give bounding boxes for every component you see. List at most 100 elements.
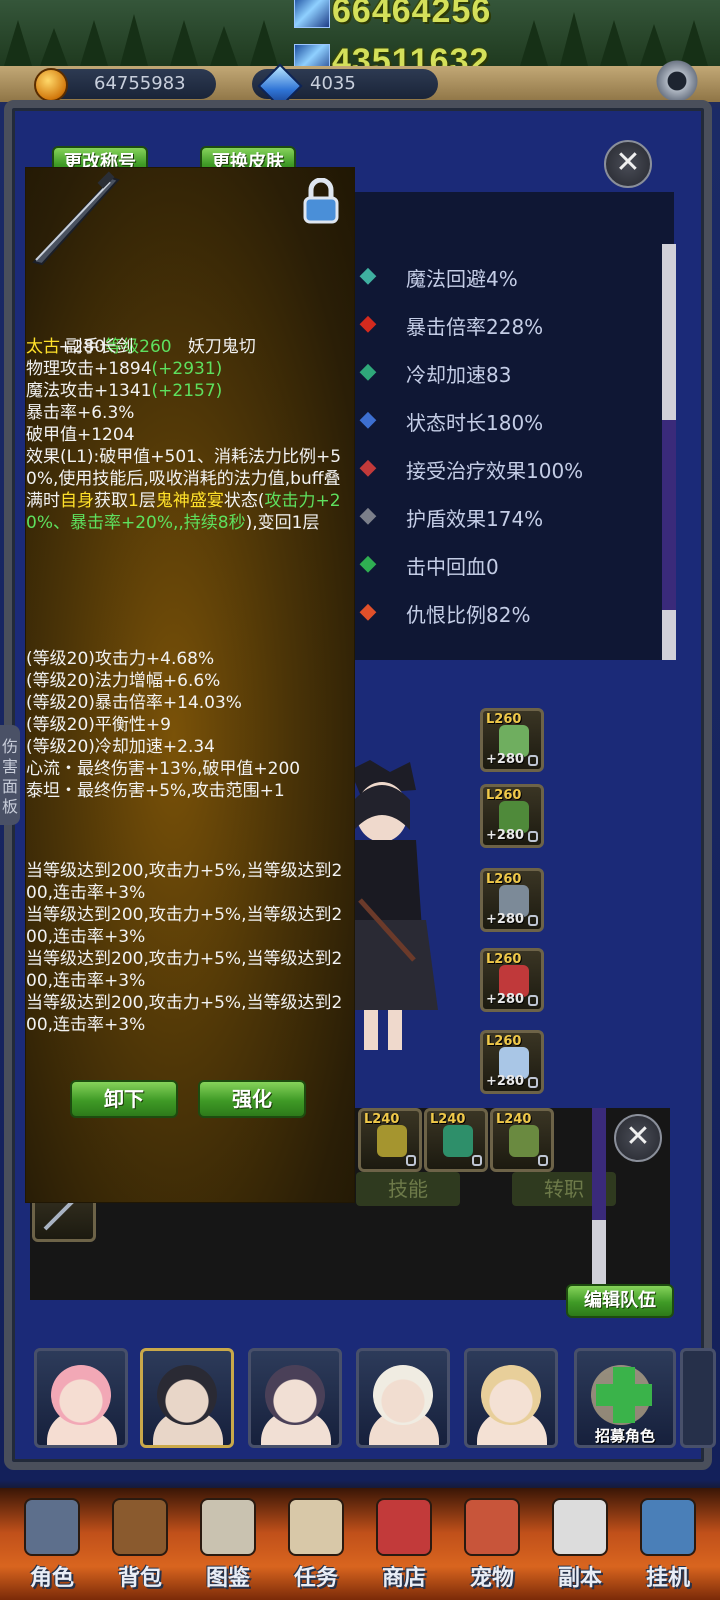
equip-slot[interactable]: L260 +280 <box>480 784 544 848</box>
nav-label: 副本 <box>557 1566 602 1591</box>
wind-dodge-icon: ◆ <box>359 263 377 288</box>
slot-enhance: +280 <box>486 992 525 1007</box>
power-icon <box>294 0 330 28</box>
lower-scroll-thumb[interactable] <box>592 1108 606 1220</box>
skills-button[interactable]: 技能 <box>356 1172 460 1206</box>
slot-level: L240 <box>364 1112 400 1127</box>
recruit-label: 招募角色 <box>594 1427 655 1445</box>
lock-icon <box>528 831 538 842</box>
slot-enhance: +280 <box>486 912 525 927</box>
nav-skull[interactable]: 副本 <box>538 1490 622 1598</box>
close-icon: ✕ <box>615 145 641 180</box>
lifesteal-drop-icon: ◆ <box>359 551 377 576</box>
stat-row: ◆ 魔法回避4% <box>344 252 664 300</box>
stats-scroll-thumb[interactable] <box>662 420 676 610</box>
recruit-character-button[interactable]: 招募角色 <box>574 1348 676 1448</box>
set-bonus: 泰坦・最终伤害+5%,攻击范围+1 <box>26 781 285 801</box>
close-panel-button[interactable]: ✕ <box>604 140 652 188</box>
settings-gear-icon[interactable] <box>654 58 700 104</box>
lock-icon[interactable] <box>302 177 340 224</box>
slot-enhance: +280 <box>486 828 525 843</box>
sub-stat: (等级20)法力增幅+6.6% <box>26 671 221 691</box>
portrait-face <box>51 1365 111 1425</box>
level-bonus: 当等级达到200,攻击力+5%,当等级达到200,连击率+3% <box>26 861 343 903</box>
skull-icon <box>552 1498 608 1556</box>
equip-slot[interactable]: L260 +280 <box>480 708 544 772</box>
equip-slot[interactable]: L260 +280 <box>480 1030 544 1094</box>
crit-rate: 暴击率+6.3% <box>26 403 135 423</box>
unequip-button[interactable]: 卸下 <box>70 1080 178 1118</box>
slot-level: L260 <box>486 788 522 803</box>
equip-slot[interactable]: L240 <box>358 1108 422 1172</box>
stat-label: 击中回血0 <box>406 555 499 579</box>
game-screen: 66464256 43511632 64755983 4035 更改称号 更换皮… <box>0 0 720 1600</box>
sub-stat: (等级20)平衡性+9 <box>26 715 171 735</box>
gear-art-icon <box>377 1125 407 1157</box>
gear-art-icon <box>443 1125 473 1157</box>
nav-label: 商店 <box>381 1566 426 1591</box>
nav-helmet[interactable]: 角色 <box>10 1490 94 1598</box>
damage-panel-tab[interactable]: 伤害面板 <box>0 725 20 825</box>
nav-label: 宠物 <box>469 1566 514 1591</box>
portrait-face <box>157 1365 217 1425</box>
equip-slot[interactable]: L260 +280 <box>480 948 544 1012</box>
shop-icon <box>376 1498 432 1556</box>
equip-slot[interactable]: L240 <box>490 1108 554 1172</box>
nav-shop[interactable]: 商店 <box>362 1490 446 1598</box>
nav-label: 背包 <box>117 1566 162 1591</box>
stat-row: ◆ 护盾效果174% <box>344 492 664 540</box>
set-bonus: 心流・最终伤害+13%,破甲值+200 <box>26 759 301 779</box>
sub-stat: (等级20)冷却加速+2.34 <box>26 737 215 757</box>
item-tooltip: +280等级260 妖刀鬼切 太古 副手长剑 物理攻击+1894(+2931) … <box>26 168 354 1202</box>
stat-label: 魔法回避4% <box>406 267 518 291</box>
stat-label: 冷却加速83 <box>406 363 512 387</box>
phys-attack-bonus: (+2931) <box>151 359 223 379</box>
nav-meat[interactable]: 宠物 <box>450 1490 534 1598</box>
status-duration-icon: ◆ <box>359 407 377 432</box>
equip-slot[interactable]: L240 <box>424 1108 488 1172</box>
heal-cross-icon: ◆ <box>359 455 377 480</box>
shield-orb-icon: ◆ <box>359 503 377 528</box>
roster-card-dark-bob[interactable] <box>248 1348 342 1448</box>
equip-slot[interactable]: L260 +280 <box>480 868 544 932</box>
nav-scroll[interactable]: 任务 <box>274 1490 358 1598</box>
level-bonus: 当等级达到200,攻击力+5%,当等级达到200,连击率+3% <box>26 993 343 1035</box>
lock-icon <box>528 915 538 926</box>
stat-row: ◆ 状态时长180% <box>344 396 664 444</box>
roster-card-cat-hood[interactable] <box>140 1348 234 1448</box>
roster-overflow[interactable] <box>680 1348 716 1448</box>
stat-label: 仇恨比例82% <box>406 603 531 627</box>
nav-backpack[interactable]: 背包 <box>98 1490 182 1598</box>
roster-card-bandaged[interactable] <box>356 1348 450 1448</box>
lock-icon <box>528 1077 538 1088</box>
calendar-icon <box>640 1498 696 1556</box>
slot-level: L260 <box>486 952 522 967</box>
meat-icon <box>464 1498 520 1556</box>
stats-list[interactable]: ◆ 魔法回避4% ◆ 暴击倍率228% ◆ 冷却加速83 ◆ 状态时长180% ◆ 接受治疗效果1… <box>344 192 674 660</box>
portrait-face <box>373 1365 433 1425</box>
sub-stat: (等级20)暴击倍率+14.03% <box>26 693 242 713</box>
hourglass-icon: ◆ <box>359 359 377 384</box>
nav-book[interactable]: 图鉴 <box>186 1490 270 1598</box>
stat-row: ◆ 暴击倍率228% <box>344 300 664 348</box>
magic-attack-bonus: (+2157) <box>151 381 223 401</box>
stat-label: 护盾效果174% <box>406 507 544 531</box>
close-icon: ✕ <box>625 1119 651 1154</box>
slot-level: L260 <box>486 712 522 727</box>
nav-label: 图鉴 <box>205 1566 250 1591</box>
slot-level: L260 <box>486 1034 522 1049</box>
edit-team-button[interactable]: 编辑队伍 <box>566 1284 674 1318</box>
item-type: 副手长剑 <box>65 337 134 357</box>
roster-card-pink-hair[interactable] <box>34 1348 128 1448</box>
roster-card-blonde-bun[interactable] <box>464 1348 558 1448</box>
backpack-icon <box>112 1498 168 1556</box>
aggro-demon-icon: ◆ <box>359 599 377 624</box>
enhance-button[interactable]: 强化 <box>198 1080 306 1118</box>
magic-attack: 魔法攻击+1341 <box>26 381 152 401</box>
nav-calendar[interactable]: 挂机 <box>626 1490 710 1598</box>
close-lower-button[interactable]: ✕ <box>614 1114 662 1162</box>
sub-stat: (等级20)攻击力+4.68% <box>26 649 215 669</box>
stat-label: 暴击倍率228% <box>406 315 544 339</box>
stat-label: 状态时长180% <box>406 411 544 435</box>
scroll-icon <box>288 1498 344 1556</box>
